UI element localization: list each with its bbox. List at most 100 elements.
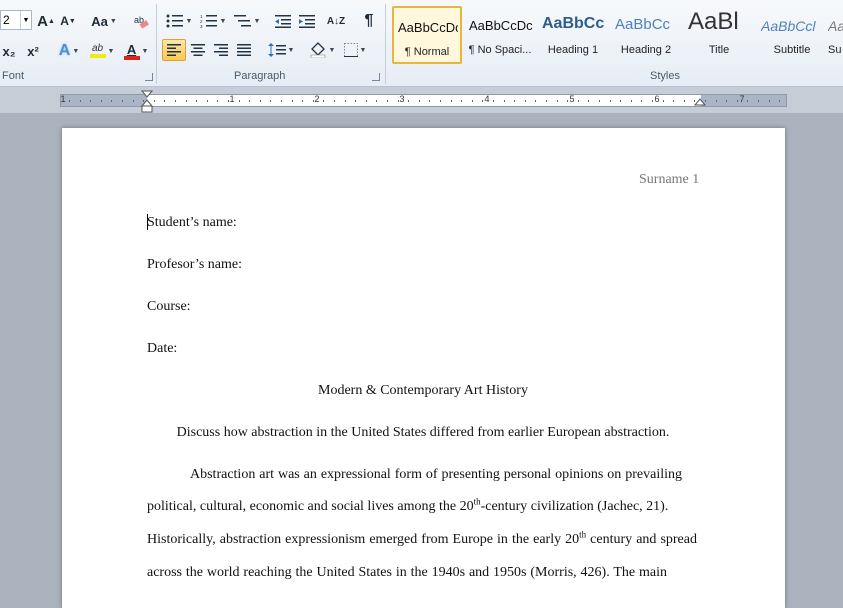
styles-gallery: AaBbCcDc ¶ Normal AaBbCcDc ¶ No Spaci...…	[390, 4, 843, 66]
increase-indent-button[interactable]	[296, 10, 318, 32]
body-line[interactable]: Historically, abstraction expressionism …	[147, 530, 697, 548]
ruler-tick	[418, 100, 420, 102]
ruler-tick	[355, 100, 357, 102]
professor-name-line[interactable]: Profesor’s name:	[147, 257, 242, 273]
style-title[interactable]: AaBl Title	[684, 6, 754, 64]
ruler-tick	[323, 100, 325, 102]
ruler-tick	[397, 100, 399, 102]
ruler-tick	[238, 100, 240, 102]
align-right-button[interactable]	[210, 39, 232, 61]
borders-icon	[343, 43, 358, 57]
shrink-font-button[interactable]: A ▼	[58, 10, 78, 32]
group-separator	[385, 4, 386, 84]
ruler-tick	[683, 100, 685, 102]
ruler-tick	[376, 100, 378, 102]
ruler-number: 3	[399, 94, 405, 104]
decrease-indent-button[interactable]	[272, 10, 294, 32]
style-subtle-emphasis[interactable]: AaBb Su	[828, 6, 843, 64]
ruler-tick	[122, 100, 123, 102]
highlight-color-swatch	[89, 54, 106, 58]
document-title[interactable]: Modern & Contemporary Art History	[147, 383, 699, 399]
text-effects-button[interactable]: A ▼	[54, 40, 84, 62]
ruler-tick	[503, 100, 505, 102]
font-size-dropdown-icon[interactable]: ▼	[20, 11, 31, 29]
date-line[interactable]: Date:	[147, 341, 177, 357]
show-formatting-marks-button[interactable]: ¶	[358, 10, 380, 32]
course-line[interactable]: Course:	[147, 299, 191, 315]
ruler-tick	[217, 100, 219, 102]
svg-text:3: 3	[200, 24, 203, 28]
line-spacing-icon	[267, 43, 286, 57]
student-name-line[interactable]: Student’s name:	[147, 215, 237, 231]
ruler-tick	[471, 100, 473, 102]
numbering-button[interactable]: 1 2 3 ▼	[198, 10, 228, 32]
bullets-icon	[166, 14, 183, 28]
style-heading-1[interactable]: AaBbCc Heading 1	[538, 6, 608, 64]
page-header-surname[interactable]: Surname 1	[639, 172, 699, 188]
ruler-tick	[609, 100, 611, 102]
bullets-button[interactable]: ▼	[164, 10, 194, 32]
ruler-tick	[747, 100, 749, 102]
style-no-spacing[interactable]: AaBbCcDc ¶ No Spaci...	[465, 6, 535, 64]
ruler-tick	[100, 100, 102, 102]
clear-formatting-icon: ab	[134, 15, 149, 29]
font-color-button[interactable]: A ▼	[120, 40, 152, 62]
group-separator	[156, 4, 157, 84]
ruler-tick	[482, 100, 484, 102]
highlight-button[interactable]: ab ▼	[86, 40, 118, 62]
essay-prompt[interactable]: Discuss how abstraction in the United St…	[147, 425, 699, 441]
horizontal-ruler[interactable]: 1 1 2 3 4 5 6 7	[60, 94, 787, 107]
sort-button[interactable]: A↓Z	[324, 10, 348, 32]
body-line[interactable]: across the world reaching the United Sta…	[147, 565, 667, 581]
subscript-button[interactable]: x₂	[0, 40, 18, 62]
body-line[interactable]: Abstraction art was an expressional form…	[190, 467, 682, 483]
indent-marker-icon[interactable]	[141, 90, 153, 114]
right-indent-marker-icon[interactable]	[694, 96, 706, 106]
borders-button[interactable]: ▼	[340, 39, 370, 61]
ruler-tick	[726, 100, 728, 102]
body-line[interactable]: political, cultural, economic and social…	[147, 497, 668, 515]
ruler-number: 1	[60, 94, 66, 104]
align-left-button[interactable]	[162, 39, 186, 61]
ruler-number: 1	[229, 94, 235, 104]
align-center-button[interactable]	[187, 39, 209, 61]
ruler-tick	[493, 100, 494, 102]
style-heading-2[interactable]: AaBbCc Heading 2	[611, 6, 681, 64]
font-dialog-launcher-icon[interactable]	[145, 73, 153, 81]
decrease-indent-icon	[275, 15, 291, 28]
ruler-tick	[514, 100, 516, 102]
ruler-tick	[599, 100, 600, 102]
ruler-tick	[440, 100, 441, 102]
ruler-tick	[302, 100, 304, 102]
ruler-tick	[111, 100, 113, 102]
paragraph-dialog-launcher-icon[interactable]	[372, 73, 380, 81]
align-left-icon	[167, 44, 181, 56]
font-group-label: Font	[2, 70, 25, 82]
ruler-tick	[206, 100, 208, 102]
ruler-tick	[153, 100, 155, 102]
justify-button[interactable]	[233, 39, 255, 61]
font-color-swatch	[123, 55, 140, 60]
ruler-tick	[365, 100, 367, 102]
ribbon: 2 ▼ A ▲ A ▼ Aa ▼ ab x₂ x² A ▼ ab ▼ A ▼ Font …	[0, 0, 843, 87]
ruler-tick	[620, 100, 622, 102]
multilevel-list-button[interactable]: ▼	[232, 10, 262, 32]
ruler-tick	[758, 100, 759, 102]
style-normal[interactable]: AaBbCcDc ¶ Normal	[392, 6, 462, 64]
ruler-tick	[90, 100, 92, 102]
ruler-left-margin	[61, 95, 147, 106]
superscript-button[interactable]: x²	[24, 40, 42, 62]
ruler-tick	[175, 100, 176, 102]
increase-indent-icon	[299, 15, 315, 28]
ruler-tick	[588, 100, 590, 102]
grow-font-button[interactable]: A ▲	[36, 10, 56, 32]
font-size-box[interactable]: 2 ▼	[0, 10, 32, 30]
ruler-tick	[630, 100, 632, 102]
shading-button[interactable]: ▼	[306, 39, 338, 61]
align-right-icon	[214, 44, 228, 56]
change-case-button[interactable]: Aa ▼	[90, 10, 118, 32]
clear-formatting-button[interactable]: ab	[130, 10, 152, 32]
style-subtitle[interactable]: AaBbCcl Subtitle	[757, 6, 827, 64]
line-spacing-button[interactable]: ▼	[266, 39, 296, 61]
justify-icon	[237, 44, 251, 56]
